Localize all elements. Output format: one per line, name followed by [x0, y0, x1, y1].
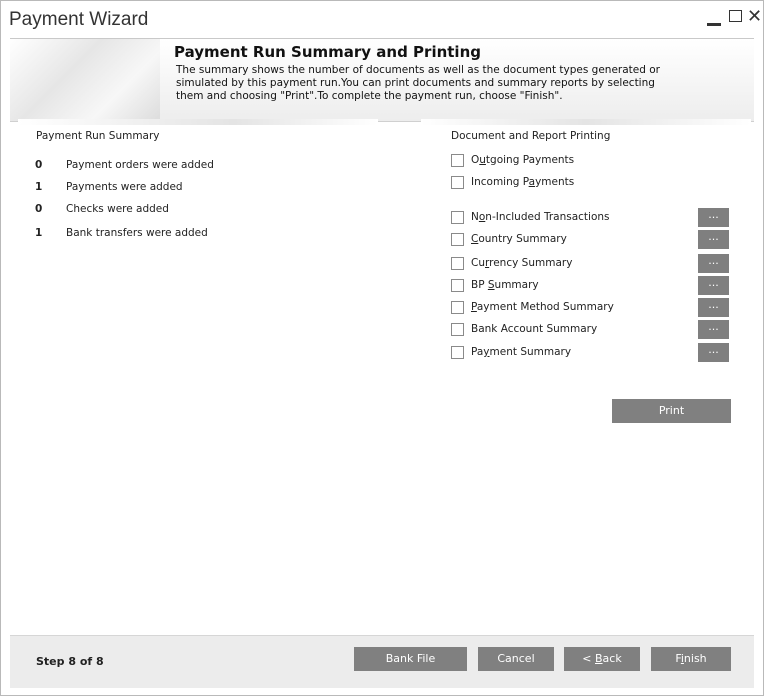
close-icon[interactable]: ✕: [747, 6, 762, 27]
summary-section-label: Payment Run Summary: [36, 130, 160, 142]
description-line: simulated by this payment run.You can pr…: [176, 77, 655, 89]
title-bar: Payment Wizard ✕: [1, 1, 763, 37]
summary-text: Payment orders were added: [66, 159, 214, 171]
checkbox-label: Payment Summary: [471, 346, 572, 358]
section-divider: [421, 119, 751, 125]
section-divider: [18, 119, 378, 125]
print-button[interactable]: Print: [612, 399, 731, 423]
checkbox[interactable]: [451, 154, 464, 167]
back-button[interactable]: < Back: [564, 647, 640, 671]
checkbox-label: Outgoing Payments: [471, 154, 575, 166]
checkbox[interactable]: [451, 257, 464, 270]
checkbox[interactable]: [451, 233, 464, 246]
country-summary-options-button[interactable]: ...: [698, 230, 729, 249]
minimize-icon[interactable]: [707, 23, 721, 26]
summary-text: Checks were added: [66, 203, 169, 215]
checkbox-label: Bank Account Summary: [471, 323, 598, 335]
checkbox-label: Incoming Payments: [471, 176, 575, 188]
summary-text: Bank transfers were added: [66, 227, 208, 239]
checkbox[interactable]: [451, 176, 464, 189]
payment-summary-options-button[interactable]: ...: [698, 343, 729, 362]
description-line: The summary shows the number of document…: [176, 64, 660, 76]
maximize-icon[interactable]: [729, 10, 742, 22]
step-title: Payment Run Summary and Printing: [174, 43, 481, 61]
printing-section-label: Document and Report Printing: [451, 130, 611, 142]
summary-text: Payments were added: [66, 181, 183, 193]
step-header: Payment Run Summary and Printing The sum…: [10, 38, 754, 122]
payment-method-summary-options-button[interactable]: ...: [698, 298, 729, 317]
non-included-transactions-options-button[interactable]: ...: [698, 208, 729, 227]
summary-count: 1: [35, 227, 43, 239]
checkbox-label: Country Summary: [471, 233, 567, 245]
summary-count: 0: [35, 203, 43, 215]
checkbox[interactable]: [451, 301, 464, 314]
bank-account-summary-options-button[interactable]: ...: [698, 320, 729, 339]
summary-count: 0: [35, 159, 43, 171]
checkbox-label: Payment Method Summary: [471, 301, 614, 313]
checkbox-label: Non-Included Transactions: [471, 211, 610, 223]
step-description: The summary shows the number of document…: [176, 64, 736, 103]
currency-summary-options-button[interactable]: ...: [698, 254, 729, 273]
checkbox[interactable]: [451, 323, 464, 336]
checkbox[interactable]: [451, 346, 464, 359]
description-line: them and choosing "Print".To complete th…: [176, 90, 563, 102]
checkbox-label: Currency Summary: [471, 257, 573, 269]
payment-wizard-window: Payment Wizard ✕ Payment Run Summary and…: [0, 0, 764, 696]
checkbox-label: BP Summary: [471, 279, 539, 291]
header-decoration: [10, 39, 160, 121]
checkbox[interactable]: [451, 211, 464, 224]
summary-count: 1: [35, 181, 43, 193]
cancel-button[interactable]: Cancel: [478, 647, 554, 671]
bp-summary-options-button[interactable]: ...: [698, 276, 729, 295]
checkbox[interactable]: [451, 279, 464, 292]
step-indicator: Step 8 of 8: [36, 655, 104, 668]
bank-file-button[interactable]: Bank File: [354, 647, 467, 671]
window-title: Payment Wizard: [9, 9, 149, 30]
finish-button[interactable]: Finish: [651, 647, 731, 671]
